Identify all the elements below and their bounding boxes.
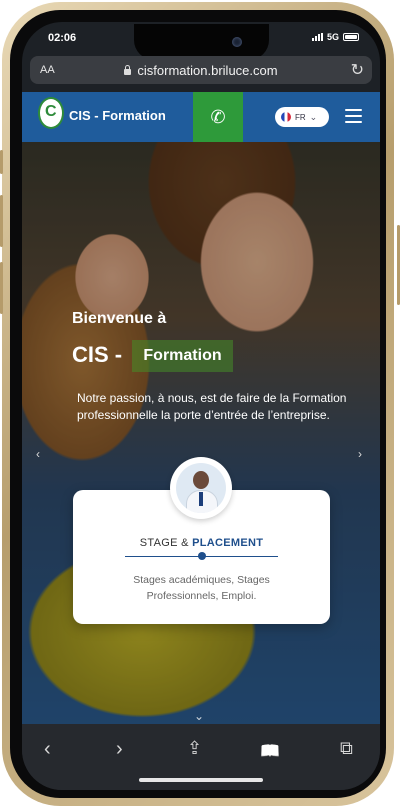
chevron-down-icon: ⌄ xyxy=(309,111,318,122)
hero-welcome: Bienvenue à xyxy=(72,310,167,327)
france-flag-icon xyxy=(281,112,291,122)
businessman-photo xyxy=(176,463,226,513)
hero-overlay xyxy=(22,142,380,724)
bookmarks-icon[interactable]: 📖 xyxy=(260,741,280,761)
carousel-prev-icon[interactable]: ‹ xyxy=(36,447,40,461)
camera xyxy=(232,37,242,47)
card-title: STAGE & PLACEMENT xyxy=(73,537,330,549)
card-title-part2: PLACEMENT xyxy=(192,537,264,549)
phone-button[interactable]: ✆ xyxy=(193,92,243,142)
hero-tagline: Notre passion, à nous, est de faire de l… xyxy=(77,391,347,422)
site-header: C CIS - Formation ✆ FR ⌄ xyxy=(22,92,380,142)
double-chevron-down-icon[interactable]: ⌄ ⌄ xyxy=(194,710,204,724)
share-icon[interactable]: ⇪ xyxy=(187,738,202,759)
hero-title-highlight: Formation xyxy=(132,340,233,372)
network-label: 5G xyxy=(327,32,340,42)
status-time: 02:06 xyxy=(48,32,77,44)
card-title-part1: STAGE & xyxy=(139,537,189,549)
url-field[interactable]: cisformation.briluce.com xyxy=(30,63,372,78)
browser-toolbar: ‹ › ⇪ 📖 ⧉ xyxy=(22,724,380,790)
battery-icon xyxy=(343,33,360,41)
lock-icon xyxy=(124,65,132,75)
language-label: FR xyxy=(295,112,306,122)
card-description: Stages académiques, Stages Professionnel… xyxy=(133,574,270,602)
dynamic-island xyxy=(134,24,269,60)
address-bar[interactable]: AA cisformation.briluce.com ↻ xyxy=(30,56,372,84)
status-indicators: 5G xyxy=(312,32,360,42)
logo[interactable]: C xyxy=(38,97,64,129)
card-divider-dot xyxy=(198,552,206,560)
volume-up-button xyxy=(0,195,3,247)
url-text: cisformation.briluce.com xyxy=(137,63,278,78)
hero-section: Bienvenue à CIS - Formation Notre passio… xyxy=(22,142,380,724)
reload-icon[interactable]: ↻ xyxy=(351,60,364,80)
home-indicator[interactable] xyxy=(139,778,263,782)
volume-down-button xyxy=(0,262,3,314)
brand-name[interactable]: CIS - Formation xyxy=(69,108,166,123)
carousel-next-icon[interactable]: › xyxy=(358,447,362,461)
phone-icon: ✆ xyxy=(210,107,226,127)
mute-switch xyxy=(0,150,3,174)
signal-icon xyxy=(312,33,323,41)
tabs-icon[interactable]: ⧉ xyxy=(340,738,353,759)
hamburger-icon[interactable] xyxy=(345,109,362,127)
language-selector[interactable]: FR ⌄ xyxy=(275,107,329,127)
card-avatar xyxy=(170,457,232,519)
logo-letter: C xyxy=(45,103,57,120)
forward-icon[interactable]: › xyxy=(116,738,123,761)
hero-title-prefix: CIS - xyxy=(72,342,123,367)
screen: 02:06 5G AA cisformation.briluce.com ↻ C… xyxy=(22,22,380,790)
back-icon[interactable]: ‹ xyxy=(44,738,51,761)
